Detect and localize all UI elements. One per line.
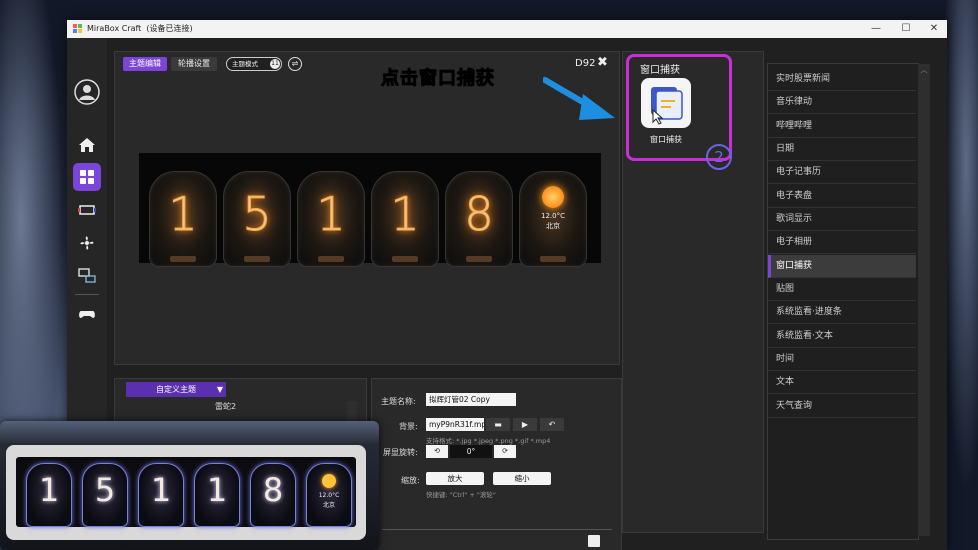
- background-label: 背景:: [399, 422, 418, 431]
- maximize-button[interactable]: ☐: [891, 20, 921, 38]
- background-format-hint: 支持格式: *.jpg *.jpeg *.png *.gif *.mp4: [426, 437, 551, 445]
- device-tube: 5: [82, 463, 128, 527]
- device-screen: 1 5 1 1 8 12.0°C 北京: [16, 457, 356, 527]
- theme-mode-toggle[interactable]: 主题模式 11: [226, 57, 282, 71]
- category-item[interactable]: 电子表盘: [768, 185, 916, 208]
- annotation-text: 点击窗口捕获: [381, 68, 495, 90]
- category-item[interactable]: 天气查询: [768, 395, 916, 418]
- theme-dropdown[interactable]: 自定义主题 ▼: [126, 382, 226, 397]
- sidebar-divider: [75, 294, 99, 295]
- background-file-input[interactable]: myP9nR31f.mp4: [426, 418, 484, 431]
- category-item[interactable]: 歌词显示: [768, 208, 916, 231]
- divider-line: [382, 529, 612, 530]
- device-tube: 1: [26, 463, 72, 527]
- nixie-display: 1 5 1 1 8 12.0°C 北京: [139, 153, 601, 267]
- zoom-shortcut-hint: 快捷键: "Ctrl" + "滚轮": [426, 491, 496, 499]
- timer-icon[interactable]: [73, 196, 101, 224]
- scroll-up-icon[interactable]: ︿: [920, 66, 928, 74]
- theme-item-name[interactable]: 雷蛇2: [215, 401, 236, 412]
- weather-temp: 12.0°C: [541, 212, 565, 220]
- weather-city: 北京: [546, 222, 560, 230]
- category-item[interactable]: 电子相册: [768, 231, 916, 254]
- zoom-label: 缩放:: [401, 476, 420, 485]
- step-number-badge: 2: [706, 144, 732, 170]
- category-item[interactable]: 音乐律动: [768, 91, 916, 114]
- close-button[interactable]: ✕: [919, 20, 947, 38]
- nixie-tube: 8: [445, 171, 513, 267]
- widget-panel: 窗口捕获 窗口捕获 2: [622, 51, 764, 533]
- save-icon[interactable]: [588, 535, 600, 547]
- folder-icon[interactable]: ▬: [486, 418, 510, 431]
- gamepad-icon[interactable]: [73, 300, 101, 328]
- monitor-settings-icon[interactable]: [73, 262, 101, 290]
- category-item[interactable]: 贴图: [768, 278, 916, 301]
- category-item[interactable]: 电子记事历: [768, 161, 916, 184]
- tools-icon[interactable]: ✖: [597, 55, 608, 70]
- home-icon[interactable]: [73, 131, 101, 159]
- device-weather-tube: 12.0°C 北京: [306, 463, 352, 527]
- category-scrollbar[interactable]: ︿: [918, 64, 930, 536]
- chevron-down-icon: ▼: [216, 385, 223, 394]
- user-avatar-icon[interactable]: [73, 78, 101, 106]
- undo-icon[interactable]: ↶: [540, 418, 564, 431]
- sun-icon: [322, 474, 336, 488]
- category-item[interactable]: 系统监看·文本: [768, 325, 916, 348]
- nixie-tube: 1: [297, 171, 365, 267]
- sun-cloud-icon: [542, 186, 564, 208]
- nixie-tube: 1: [149, 171, 217, 267]
- window-capture-icon: [651, 87, 683, 125]
- rotate-left-icon[interactable]: ⟲: [426, 445, 448, 458]
- theme-mode-badge: 11: [270, 59, 280, 69]
- rotation-label: 屏显旋转:: [383, 448, 418, 457]
- device-tube: 1: [138, 463, 184, 527]
- category-list: 实时股票新闻 音乐律动 哔哩哔哩 日期 电子记事历 电子表盘 歌词显示 电子相册…: [767, 63, 919, 540]
- device-tube: 1: [194, 463, 240, 527]
- zoom-out-button[interactable]: 缩小: [493, 472, 551, 485]
- window-title: MiraBox Craft (设备已连接): [87, 24, 193, 33]
- title-bar: MiraBox Craft (设备已连接) — ☐ ✕: [67, 20, 947, 38]
- device-tube: 8: [250, 463, 296, 527]
- weather-tube: 12.0°C 北京: [519, 171, 587, 267]
- app-logo-icon: [73, 24, 82, 33]
- theme-mode-label: 主题模式: [232, 60, 258, 68]
- device-body: 1 5 1 1 8 12.0°C 北京: [6, 445, 366, 540]
- nixie-tube: 5: [223, 171, 291, 267]
- theme-grid-icon[interactable]: [73, 163, 101, 191]
- photo-background: [0, 421, 379, 443]
- nixie-tube: 1: [371, 171, 439, 267]
- theme-name-input[interactable]: 拟辉灯管02 Copy: [426, 393, 516, 406]
- category-item-selected[interactable]: 窗口捕获: [768, 255, 916, 278]
- category-item[interactable]: 时间: [768, 348, 916, 371]
- rotation-value: 0°: [450, 445, 492, 458]
- category-item[interactable]: 系统监看·进度条: [768, 301, 916, 324]
- device-photo-overlay: 1 5 1 1 8 12.0°C 北京: [0, 421, 379, 550]
- annotation-arrow-icon: [543, 77, 615, 120]
- window-capture-tile[interactable]: [641, 78, 691, 128]
- category-item[interactable]: 文本: [768, 371, 916, 394]
- device-weather-city: 北京: [322, 502, 335, 509]
- preview-panel: 主题编辑 轮播设置 主题模式 11 ⇌ D92 ✖ 点击窗口捕获 1 5 1 1…: [114, 51, 620, 365]
- category-item[interactable]: 实时股票新闻: [768, 68, 916, 91]
- fan-icon[interactable]: [73, 229, 101, 257]
- window-capture-label: 窗口捕获: [650, 135, 682, 144]
- tab-theme-edit[interactable]: 主题编辑: [123, 57, 167, 71]
- zoom-in-button[interactable]: 放大: [426, 472, 484, 485]
- video-icon[interactable]: ▶: [513, 418, 537, 431]
- theme-name-label: 主题名称:: [381, 397, 416, 406]
- minimize-button[interactable]: —: [861, 20, 891, 38]
- category-item[interactable]: 日期: [768, 138, 916, 161]
- tab-carousel-settings[interactable]: 轮播设置: [171, 57, 217, 71]
- category-item[interactable]: 哔哩哔哩: [768, 115, 916, 138]
- device-weather-temp: 12.0°C: [318, 492, 340, 499]
- properties-panel: 主题名称: 拟辉灯管02 Copy 背景: myP9nR31f.mp4 ▬ ▶ …: [371, 378, 622, 550]
- rotate-right-icon[interactable]: ⟳: [494, 445, 516, 458]
- swap-icon[interactable]: ⇌: [288, 57, 302, 71]
- device-name: D92: [575, 58, 596, 69]
